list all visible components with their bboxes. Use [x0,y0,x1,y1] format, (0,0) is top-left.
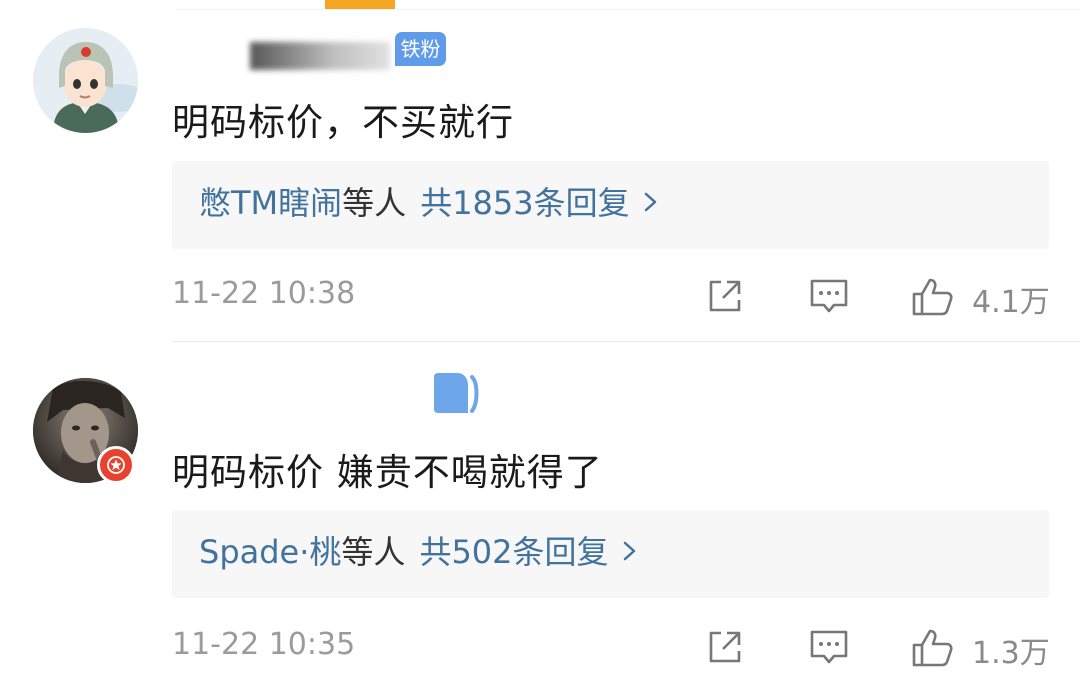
reply-users-suffix: 等人 [342,184,407,222]
comment-timestamp: 11-22 10:38 [172,276,356,311]
share-button[interactable] [705,276,745,320]
comment-list: 铁粉 明码标价，不买就行 憋TM瞎闹等人 共1853条回复 11-22 10:38… [0,0,1080,681]
comment-button[interactable] [808,627,850,671]
fan-badge: 铁粉 [395,32,446,66]
verified-badge-icon [97,446,135,484]
like-button[interactable]: 4.1万 [910,276,1050,322]
comment-item: 铁粉 明码标价，不买就行 憋TM瞎闹等人 共1853条回复 11-22 10:38… [0,0,1080,342]
chevron-right-icon [642,183,660,227]
like-count: 1.3万 [972,636,1050,671]
reply-count-link[interactable]: 共1853条回复 [420,184,629,222]
comment-divider [172,341,1080,342]
reply-summary[interactable]: Spade·桃等人 共502条回复 [172,510,1049,598]
level-badge-icon [432,371,479,413]
like-button[interactable]: 1.3万 [910,627,1050,673]
comment-icon [808,627,850,671]
avatar-cartoon-pilot-image [33,28,138,133]
like-icon [910,276,954,322]
reply-summary[interactable]: 憋TM瞎闹等人 共1853条回复 [172,161,1049,249]
share-icon [705,627,745,671]
reply-users-link[interactable]: Spade·桃 [199,533,341,571]
share-icon [705,276,745,320]
reply-count-link[interactable]: 共502条回复 [419,533,608,571]
comment-item: 明码标价 嫌贵不喝就得了 Spade·桃等人 共502条回复 11-22 10:3… [0,343,1080,681]
reply-users-suffix: 等人 [341,533,406,571]
avatar[interactable] [33,28,138,133]
reply-users-link[interactable]: 憋TM瞎闹 [199,184,342,222]
comment-text: 明码标价 嫌贵不喝就得了 [172,451,603,494]
like-count: 4.1万 [972,285,1050,320]
comment-timestamp: 11-22 10:35 [172,627,356,662]
comment-text: 明码标价，不买就行 [172,101,514,144]
comment-button[interactable] [808,276,850,320]
comment-icon [808,276,850,320]
share-button[interactable] [705,627,745,671]
username-redacted[interactable] [250,42,390,70]
chevron-right-icon [621,532,639,576]
like-icon [910,627,954,673]
